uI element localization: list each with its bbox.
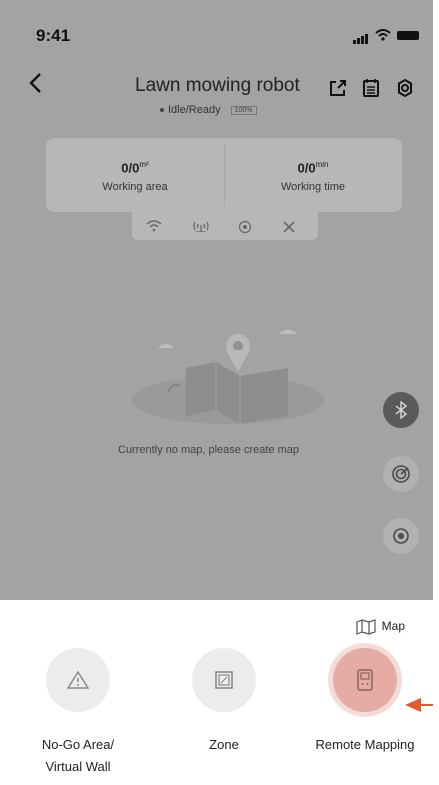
working-area-stat: 0/0m² Working area <box>46 138 224 212</box>
blade-icon <box>283 221 295 233</box>
settings-button[interactable] <box>395 78 415 103</box>
status-time: 9:41 <box>36 26 71 45</box>
map-button[interactable]: Map <box>356 617 405 635</box>
battery-badge: 100% <box>230 105 257 115</box>
working-area-value: 0/0 <box>121 160 140 176</box>
back-button[interactable] <box>28 70 42 101</box>
remote-mapping-circle[interactable] <box>333 648 397 712</box>
radar-icon <box>392 465 410 483</box>
status-dot <box>160 108 164 112</box>
no-go-area-label-line1: No-Go Area/ <box>41 737 115 752</box>
working-time-unit: min <box>315 160 329 169</box>
gear-icon <box>398 78 412 98</box>
zone-icon <box>215 671 233 689</box>
zone-circle[interactable] <box>192 648 256 712</box>
page-title: Lawn mowing robot <box>135 75 300 96</box>
pointer-arrow-icon <box>405 698 421 712</box>
signal-antenna-icon <box>193 221 209 232</box>
share-icon <box>330 80 346 96</box>
cellular-signal-icon <box>353 26 369 44</box>
empty-map-illustration <box>132 330 324 424</box>
zone-label: Zone <box>209 737 239 752</box>
status-text: Idle/Ready <box>168 104 221 116</box>
app-screen: 9:41 Lawn mowing robot Idle/Ready 100% 0… <box>0 0 433 785</box>
share-button[interactable] <box>328 78 348 103</box>
working-time-stat: 0/0min Working time <box>224 138 402 212</box>
gps-icon <box>238 220 252 234</box>
no-go-area-option[interactable]: No-Go Area/ Virtual Wall <box>8 648 148 778</box>
bluetooth-button[interactable] <box>383 392 419 428</box>
calendar-icon <box>363 79 379 97</box>
working-time-label: Working time <box>281 181 345 194</box>
bluetooth-icon <box>395 401 407 419</box>
locate-icon <box>393 528 409 544</box>
map-icon <box>356 619 376 635</box>
no-go-area-label-line2: Virtual Wall <box>45 759 111 774</box>
empty-map-message: Currently no map, please create map <box>118 444 299 456</box>
dimmed-overlay[interactable]: 9:41 Lawn mowing robot Idle/Ready 100% 0… <box>0 0 433 600</box>
status-bar-icons <box>353 26 419 44</box>
warning-icon <box>67 670 89 689</box>
no-go-area-label: No-Go Area/ Virtual Wall <box>8 734 148 778</box>
pointer-arrow-shaft <box>421 704 433 706</box>
screen-edge <box>433 0 439 785</box>
mode-selection-panel: Map No-Go Area/ Virtual Wall Zone Remote… <box>0 600 433 785</box>
working-area-label: Working area <box>102 181 168 194</box>
device-status-tray <box>132 212 318 240</box>
remote-icon <box>357 669 373 691</box>
wifi-status-icon <box>375 29 391 41</box>
remote-mapping-label: Remote Mapping <box>315 737 415 752</box>
wifi-icon <box>146 220 162 232</box>
schedule-button[interactable] <box>361 78 381 103</box>
locate-button[interactable] <box>383 518 419 554</box>
chevron-left-icon <box>29 73 41 93</box>
stats-card: 0/0m² Working area 0/0min Working time <box>46 138 402 212</box>
zone-option[interactable]: Zone <box>154 648 294 756</box>
working-area-unit: m² <box>139 160 149 169</box>
battery-icon <box>397 30 419 40</box>
no-go-area-circle[interactable] <box>46 648 110 712</box>
radar-button[interactable] <box>383 456 419 492</box>
working-time-value: 0/0 <box>297 160 316 176</box>
map-label: Map <box>381 619 405 633</box>
device-status: Idle/Ready 100% <box>160 104 257 116</box>
